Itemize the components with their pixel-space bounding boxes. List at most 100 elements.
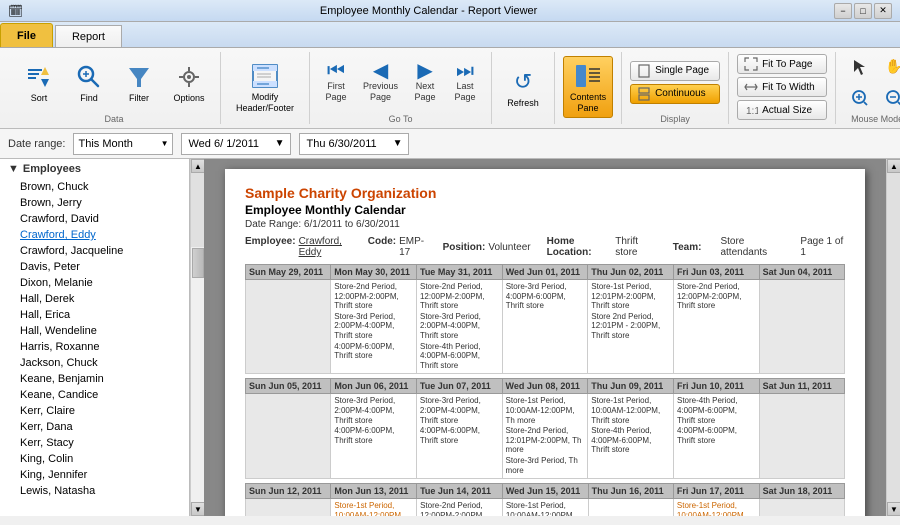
options-button[interactable]: Options [166,57,212,108]
report-scroll-down[interactable]: ▼ [887,502,900,516]
week3-header-row: Sun Jun 12, 2011 Mon Jun 13, 2011 Tue Ju… [246,484,845,499]
week2-header-row: Sun Jun 05, 2011 Mon Jun 06, 2011 Tue Ju… [246,379,845,394]
pan-mode-button[interactable]: ✋ [878,53,900,81]
sidebar-item-kingjennifer[interactable]: King, Jennifer [0,467,189,483]
single-page-button[interactable]: Single Page [630,61,720,81]
refresh-buttons: ↺ Refresh [500,52,546,122]
end-date-picker[interactable]: Thu 6/30/2011 ▼ [299,133,409,155]
modify-header-label: ModifyHeader/Footer [236,92,294,114]
sidebar-item-kerrclaire[interactable]: Kerr, Claire [0,403,189,419]
store-info: Store attendants [720,236,784,258]
sidebar-item-hallwendeline[interactable]: Hall, Wendeline [0,323,189,339]
week3-row: Store-1st Period,10:00AM-12:00PM, Thrift… [246,499,845,516]
continuous-button[interactable]: Continuous [630,84,720,104]
data-group-label: Data [104,112,123,124]
previous-page-button[interactable]: ◀ PreviousPage [358,57,403,107]
scroll-up-arrow[interactable]: ▲ [191,159,205,173]
w2c4: Store-1st Period,10:00AM-12:00PM, Thrift… [588,394,674,479]
date-range-combo[interactable]: This Month ▼ [73,133,173,155]
fit-to-width-button[interactable]: Fit To Width [737,77,827,97]
report-info-row: Employee: Crawford, Eddy Code: EMP-17 Po… [245,236,845,258]
sidebar-header: ▼ Employees [0,159,189,179]
sidebar-item-kerrdana[interactable]: Kerr, Dana [0,419,189,435]
refresh-button[interactable]: ↺ Refresh [500,62,546,113]
ribbon-group-fit: Fit To Page Fit To Width 1:1 Actual Size [729,52,836,124]
actual-size-button[interactable]: 1:1 Actual Size [737,100,827,120]
sidebar-item-lewisnatasha[interactable]: Lewis, Natasha [0,483,189,499]
maximize-button[interactable]: □ [854,3,872,19]
sidebar-item-brownchuck[interactable]: Brown, Chuck [0,179,189,195]
first-page-button[interactable]: ⏮ FirstPage [318,57,354,107]
sort-button[interactable]: Sort [16,57,62,108]
sidebar-item-crawforddavid[interactable]: Crawford, David [0,211,189,227]
zoom-in-icon [849,87,871,109]
select-mode-button[interactable] [844,53,876,81]
filter-button[interactable]: Filter [116,57,162,108]
calendar-icon: ▼ [275,138,285,149]
sidebar-item-hallerica[interactable]: Hall, Erica [0,307,189,323]
sidebar-item-hallderek[interactable]: Hall, Derek [0,291,189,307]
w1c2: Store-2nd Period,12:00PM-2:00PM, Thrift … [416,280,502,374]
sidebar-item-brownjerry[interactable]: Brown, Jerry [0,195,189,211]
w3c2: Store-2nd Period,12:00PM-2:00PM, Thrift … [417,499,503,516]
title-bar: 🗓 Employee Monthly Calendar - Report Vie… [0,0,900,22]
scroll-thumb[interactable] [192,248,204,278]
sidebar-item-keanebenjamin[interactable]: Keane, Benjamin [0,371,189,387]
last-page-button[interactable]: ⏭ LastPage [447,57,483,107]
report-scrollbar[interactable]: ▲ ▼ [886,159,900,516]
sidebar-item-harrisroxanne[interactable]: Harris, Roxanne [0,339,189,355]
report-scroll-up[interactable]: ▲ [887,159,900,173]
toolbar-bar: Date range: This Month ▼ Wed 6/ 1/2011 ▼… [0,129,900,159]
window-title: Employee Monthly Calendar - Report Viewe… [23,5,834,17]
goto-buttons: ⏮ FirstPage ◀ PreviousPage ▶ NextPage ⏭ … [318,52,483,112]
contents-pane-button[interactable]: ContentsPane [563,56,613,118]
fit-to-page-button[interactable]: Fit To Page [737,54,827,74]
sidebar-item-jacksonchuck[interactable]: Jackson, Chuck [0,355,189,371]
sidebar-items: Brown, ChuckBrown, JerryCrawford, DavidC… [0,179,189,499]
close-button[interactable]: ✕ [874,3,892,19]
ribbon-group-mouse: ✋ [836,52,900,124]
ribbon-tabs: File Report [0,22,900,48]
w3c5: Store-1st Period,10:00AM-12:00PM Store-3… [673,499,759,516]
team-info: Team: [673,242,705,253]
sidebar-item-keanecandice[interactable]: Keane, Candice [0,387,189,403]
modify-header-button[interactable]: ModifyHeader/Footer [229,56,301,118]
report-title: Employee Monthly Calendar [245,203,845,217]
zoom-in-button[interactable] [844,84,876,112]
sidebar-scrollbar[interactable]: ▲ ▼ [190,159,204,516]
sidebar-item-kerrstacy[interactable]: Kerr, Stacy [0,435,189,451]
report-page: Sample Charity Organization Employee Mon… [225,169,865,516]
code-info: Code: EMP-17 [368,236,427,258]
collapse-icon[interactable]: ▼ [8,163,19,175]
start-date-picker[interactable]: Wed 6/ 1/2011 ▼ [181,133,291,155]
calendar-week2: Sun Jun 05, 2011 Mon Jun 06, 2011 Tue Ju… [245,378,845,479]
calendar-week3: Sun Jun 12, 2011 Mon Jun 13, 2011 Tue Ju… [245,483,845,516]
sidebar-item-dixonmelanie[interactable]: Dixon, Melanie [0,275,189,291]
w1c4: Store-1st Period,12:01PM-2:00PM, Thrift … [588,280,674,374]
window-controls[interactable]: − □ ✕ [834,3,892,19]
sidebar-item-davispeter[interactable]: Davis, Peter [0,259,189,275]
w3c0 [246,499,331,516]
scroll-down-arrow[interactable]: ▼ [191,502,205,516]
zoom-out-button[interactable] [878,84,900,112]
org-name: Sample Charity Organization [245,185,845,201]
data-buttons: Sort Find [16,52,212,112]
zoom-out-icon [883,87,900,109]
find-button[interactable]: Find [66,57,112,108]
minimize-button[interactable]: − [834,3,852,19]
sidebar-item-kingcolin[interactable]: King, Colin [0,451,189,467]
refresh-icon: ↺ [507,66,539,98]
calendar-week1: Sun May 29, 2011 Mon May 30, 2011 Tue Ma… [245,264,845,374]
w1c5: Store-2nd Period,12:00PM-2:00PM, Thrift … [673,280,759,374]
tab-report[interactable]: Report [55,25,122,47]
sidebar-item-crawfordeddy[interactable]: Crawford, Eddy [0,227,189,243]
goto-group-label: Go To [389,112,413,124]
w1h0: Sun May 29, 2011 [246,265,331,280]
previous-page-label: PreviousPage [363,81,398,103]
next-page-button[interactable]: ▶ NextPage [407,57,443,107]
filter-icon [123,61,155,93]
sidebar-item-crawfordjacqueline[interactable]: Crawford, Jacqueline [0,243,189,259]
next-page-icon: ▶ [417,61,432,81]
tab-file[interactable]: File [0,23,53,47]
svg-text:1:1: 1:1 [746,106,758,117]
